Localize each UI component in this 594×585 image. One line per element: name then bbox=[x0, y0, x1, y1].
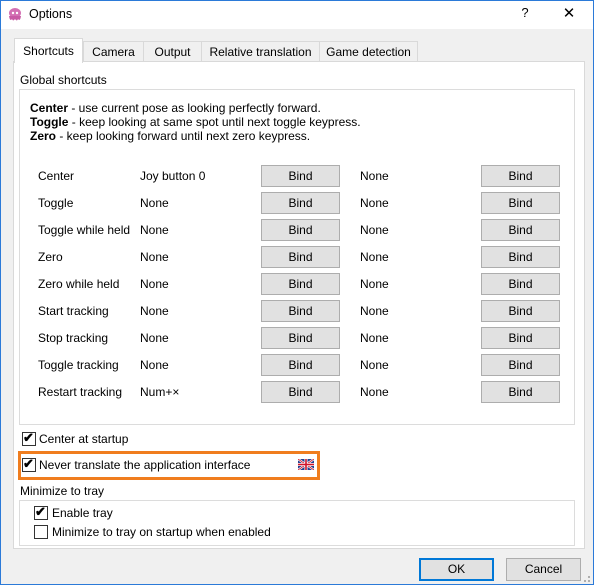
shortcut-label: Toggle bbox=[38, 196, 74, 210]
help-button[interactable]: ? bbox=[517, 5, 533, 23]
never-translate-checkbox[interactable]: ✔ bbox=[22, 456, 36, 472]
shortcut-label: Toggle while held bbox=[38, 223, 131, 237]
bind-button-primary[interactable]: Bind bbox=[261, 300, 340, 322]
bind-button-primary[interactable]: Bind bbox=[261, 246, 340, 268]
shortcut-key-primary: None bbox=[140, 331, 169, 345]
description-center: Center - use current pose as looking per… bbox=[30, 101, 321, 115]
tab-camera[interactable]: Camera bbox=[83, 41, 144, 62]
shortcut-key-primary: None bbox=[140, 277, 169, 291]
minimize-on-startup-label: Minimize to tray on startup when enabled bbox=[52, 525, 271, 539]
bind-button-primary[interactable]: Bind bbox=[261, 273, 340, 295]
cancel-button[interactable]: Cancel bbox=[506, 558, 581, 581]
bind-button-secondary[interactable]: Bind bbox=[481, 381, 560, 403]
title-bar: Options ? ✕ bbox=[1, 1, 593, 29]
bind-button-secondary[interactable]: Bind bbox=[481, 354, 560, 376]
shortcut-key-primary: None bbox=[140, 223, 169, 237]
window-title: Options bbox=[29, 7, 73, 21]
shortcut-key-secondary: None bbox=[360, 358, 389, 372]
shortcut-key-primary: None bbox=[140, 250, 169, 264]
app-octopus-icon bbox=[9, 8, 21, 21]
shortcut-key-secondary: None bbox=[360, 250, 389, 264]
bind-button-secondary[interactable]: Bind bbox=[481, 300, 560, 322]
uk-flag-icon bbox=[298, 459, 314, 470]
resize-grip-icon[interactable] bbox=[581, 573, 591, 583]
shortcut-key-primary: None bbox=[140, 304, 169, 318]
enable-tray-label: Enable tray bbox=[52, 506, 113, 520]
bind-button-secondary[interactable]: Bind bbox=[481, 219, 560, 241]
shortcut-label: Zero while held bbox=[38, 277, 120, 291]
shortcut-key-primary: Num+× bbox=[140, 385, 180, 399]
ok-button[interactable]: OK bbox=[419, 558, 494, 581]
options-window: Options ? ✕ Shortcuts Camera Output Rela… bbox=[0, 0, 594, 585]
tab-shortcuts[interactable]: Shortcuts bbox=[14, 38, 83, 63]
shortcut-key-secondary: None bbox=[360, 304, 389, 318]
tab-output[interactable]: Output bbox=[143, 41, 202, 62]
center-at-startup-label: Center at startup bbox=[39, 432, 129, 446]
never-translate-label: Never translate the application interfac… bbox=[39, 458, 251, 472]
shortcut-key-secondary: None bbox=[360, 169, 389, 183]
bind-button-primary[interactable]: Bind bbox=[261, 219, 340, 241]
close-button[interactable]: ✕ bbox=[559, 4, 579, 24]
checkmark-icon: ✔ bbox=[23, 456, 34, 471]
bind-button-primary[interactable]: Bind bbox=[261, 165, 340, 187]
bind-button-primary[interactable]: Bind bbox=[261, 327, 340, 349]
bind-button-primary[interactable]: Bind bbox=[261, 354, 340, 376]
shortcut-key-primary: Joy button 0 bbox=[140, 169, 206, 183]
description-zero: Zero - keep looking forward until next z… bbox=[30, 129, 311, 143]
shortcut-key-secondary: None bbox=[360, 331, 389, 345]
bind-button-secondary[interactable]: Bind bbox=[481, 192, 560, 214]
checkmark-icon: ✔ bbox=[35, 504, 46, 519]
shortcut-label: Start tracking bbox=[38, 304, 109, 318]
shortcut-key-secondary: None bbox=[360, 385, 389, 399]
global-shortcuts-title: Global shortcuts bbox=[20, 73, 107, 87]
center-at-startup-checkbox[interactable]: ✔ bbox=[22, 430, 36, 446]
shortcut-key-primary: None bbox=[140, 358, 169, 372]
bind-button-secondary[interactable]: Bind bbox=[481, 246, 560, 268]
shortcut-key-secondary: None bbox=[360, 196, 389, 210]
bind-button-secondary[interactable]: Bind bbox=[481, 327, 560, 349]
shortcut-label: Zero bbox=[38, 250, 63, 264]
shortcut-label: Toggle tracking bbox=[38, 358, 119, 372]
shortcut-label: Center bbox=[38, 169, 75, 183]
minimize-on-startup-checkbox[interactable] bbox=[34, 525, 48, 539]
tab-game-detection[interactable]: Game detection bbox=[319, 41, 418, 62]
minimize-to-tray-title: Minimize to tray bbox=[20, 484, 105, 498]
shortcut-key-primary: None bbox=[140, 196, 169, 210]
tab-relative-translation[interactable]: Relative translation bbox=[201, 41, 320, 62]
bind-button-primary[interactable]: Bind bbox=[261, 192, 340, 214]
bind-button-secondary[interactable]: Bind bbox=[481, 165, 560, 187]
description-toggle: Toggle - keep looking at same spot until… bbox=[30, 115, 361, 129]
shortcut-key-secondary: None bbox=[360, 277, 389, 291]
bind-button-secondary[interactable]: Bind bbox=[481, 273, 560, 295]
checkmark-icon: ✔ bbox=[23, 430, 34, 445]
enable-tray-checkbox[interactable]: ✔ bbox=[34, 504, 48, 520]
bind-button-primary[interactable]: Bind bbox=[261, 381, 340, 403]
shortcut-key-secondary: None bbox=[360, 223, 389, 237]
shortcut-label: Restart tracking bbox=[38, 385, 123, 399]
shortcut-label: Stop tracking bbox=[38, 331, 109, 345]
